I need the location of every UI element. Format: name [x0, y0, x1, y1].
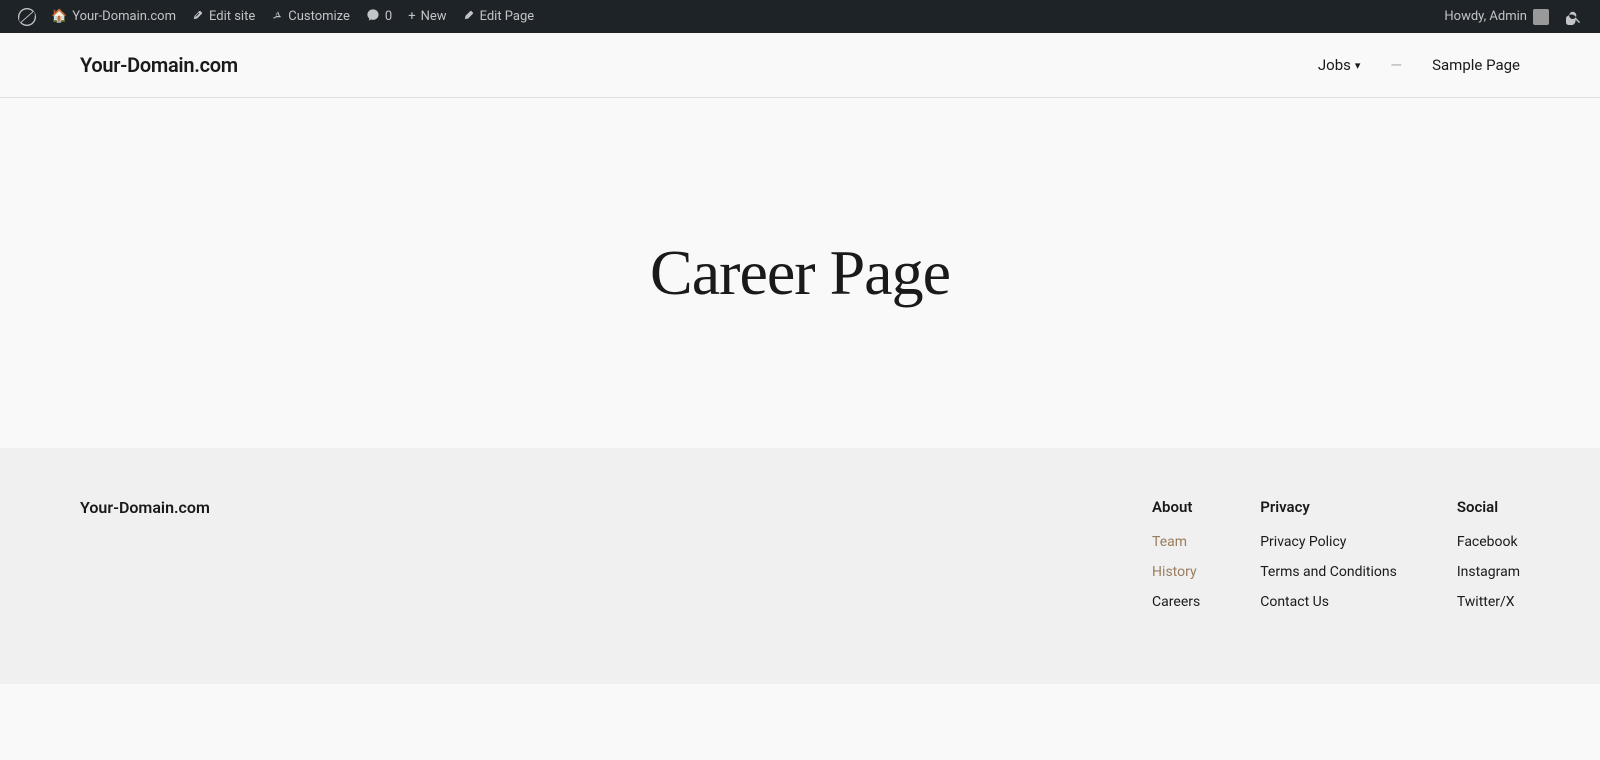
footer-link-privacy-policy[interactable]: Privacy Policy — [1260, 534, 1397, 550]
admin-bar-comments[interactable]: 0 — [358, 0, 400, 33]
admin-bar-edit-page[interactable]: Edit Page — [455, 0, 543, 33]
home-icon: 🏠 — [51, 9, 67, 24]
site-wrapper: Your-Domain.com Jobs ▾ — Sample Page Car… — [0, 33, 1600, 760]
nav-item-jobs[interactable]: Jobs ▾ — [1318, 56, 1361, 74]
footer-columns: About Team History Careers Privacy Priva… — [520, 498, 1520, 624]
admin-bar-right: Howdy, Admin — [1436, 0, 1590, 33]
footer-brand-name: Your-Domain.com — [80, 498, 480, 517]
footer-link-history[interactable]: History — [1152, 564, 1200, 580]
howdy-label: Howdy, Admin — [1444, 9, 1527, 24]
chevron-down-icon: ▾ — [1355, 59, 1361, 72]
footer-link-contact[interactable]: Contact Us — [1260, 594, 1397, 610]
footer-link-twitter[interactable]: Twitter/X — [1457, 594, 1520, 610]
admin-bar-your-domain[interactable]: 🏠 Your-Domain.com — [43, 0, 184, 33]
footer-col-social-title: Social — [1457, 498, 1520, 516]
admin-search-button[interactable] — [1557, 0, 1590, 33]
admin-bar-new[interactable]: + New — [400, 0, 454, 33]
main-content: Career Page — [0, 98, 1600, 448]
site-nav: Jobs ▾ — Sample Page — [1318, 56, 1520, 74]
footer-col-privacy: Privacy Privacy Policy Terms and Conditi… — [1260, 498, 1397, 624]
nav-divider: — — [1390, 56, 1402, 74]
customize-icon — [271, 9, 283, 25]
page-title: Career Page — [650, 236, 950, 310]
footer-col-privacy-title: Privacy — [1260, 498, 1397, 516]
site-footer: Your-Domain.com About Team History Caree… — [0, 448, 1600, 684]
howdy-menu[interactable]: Howdy, Admin — [1436, 0, 1557, 33]
footer-brand: Your-Domain.com — [80, 498, 480, 624]
footer-link-careers[interactable]: Careers — [1152, 594, 1200, 610]
footer-link-facebook[interactable]: Facebook — [1457, 534, 1520, 550]
wordpress-logo[interactable] — [10, 0, 43, 33]
footer-link-instagram[interactable]: Instagram — [1457, 564, 1520, 580]
site-logo: Your-Domain.com — [80, 53, 238, 77]
admin-bar-edit-site[interactable]: Edit site — [184, 0, 263, 33]
footer-col-social: Social Facebook Instagram Twitter/X — [1457, 498, 1520, 624]
admin-bar: 🏠 Your-Domain.com Edit site Customize 0 … — [0, 0, 1600, 33]
comments-count: 0 — [385, 9, 392, 24]
edit-site-icon — [192, 9, 204, 25]
footer-link-team[interactable]: Team — [1152, 534, 1200, 550]
site-header: Your-Domain.com Jobs ▾ — Sample Page — [0, 33, 1600, 98]
plus-icon: + — [408, 9, 415, 24]
footer-link-terms[interactable]: Terms and Conditions — [1260, 564, 1397, 580]
user-avatar — [1533, 9, 1549, 25]
admin-bar-customize[interactable]: Customize — [263, 0, 358, 33]
footer-col-about-title: About — [1152, 498, 1200, 516]
nav-item-sample-page[interactable]: Sample Page — [1432, 56, 1520, 74]
edit-page-icon — [463, 9, 475, 25]
footer-col-about: About Team History Careers — [1152, 498, 1200, 624]
comments-icon — [366, 8, 380, 26]
